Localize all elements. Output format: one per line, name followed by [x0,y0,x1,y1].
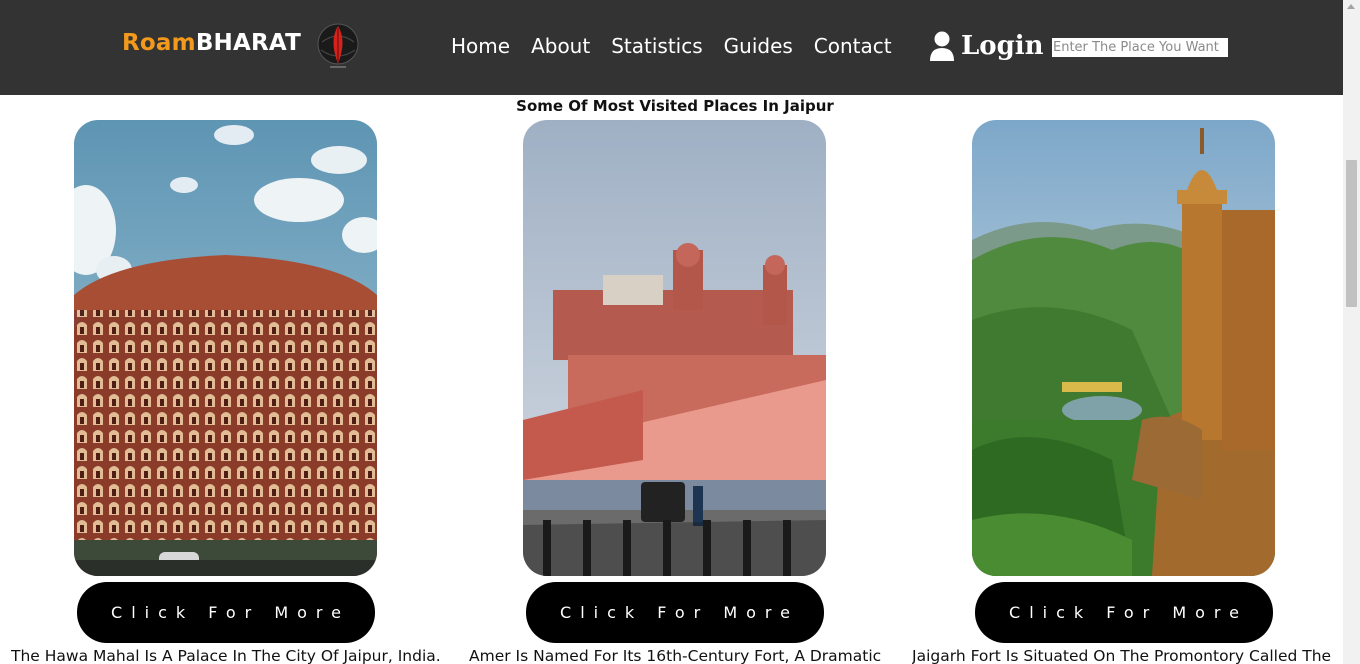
nav-contact[interactable]: Contact [814,33,892,59]
card-description-2: Amer Is Named For Its 16th-Century Fort,… [469,647,882,664]
search-input[interactable] [1052,38,1228,57]
click-for-more-button-1[interactable]: Click For More [77,582,375,643]
amer-fort-photo[interactable] [523,120,826,576]
user-icon [930,31,954,61]
hawa-mahal-photo[interactable] [74,120,377,576]
red-leaf-globe-icon [317,23,359,68]
card-description-1: The Hawa Mahal Is A Palace In The City O… [11,647,441,664]
nav-home[interactable]: Home [451,33,510,59]
section-title: Some Of Most Visited Places In Jaipur [516,97,834,115]
nav-statistics[interactable]: Statistics [611,33,702,59]
click-for-more-button-2[interactable]: Click For More [526,582,824,643]
login-label: Login [961,31,1044,61]
top-navbar: RoamBHARAT Home About Statistics Guides … [0,0,1343,95]
brand-logo[interactable]: RoamBHARAT [122,23,359,68]
main-nav: Home About Statistics Guides Contact [451,33,913,59]
login-button[interactable]: Login [929,30,1044,62]
card-description-3: Jaigarh Fort Is Situated On The Promonto… [912,647,1332,664]
scroll-up-arrow-icon[interactable] [1347,4,1355,9]
jaigarh-fort-photo[interactable] [972,120,1275,576]
click-for-more-button-3[interactable]: Click For More [975,582,1273,643]
nav-about[interactable]: About [531,33,590,59]
scrollbar-thumb[interactable] [1346,160,1357,307]
brand-name: RoamBHARAT [122,30,302,56]
nav-guides[interactable]: Guides [724,33,793,59]
